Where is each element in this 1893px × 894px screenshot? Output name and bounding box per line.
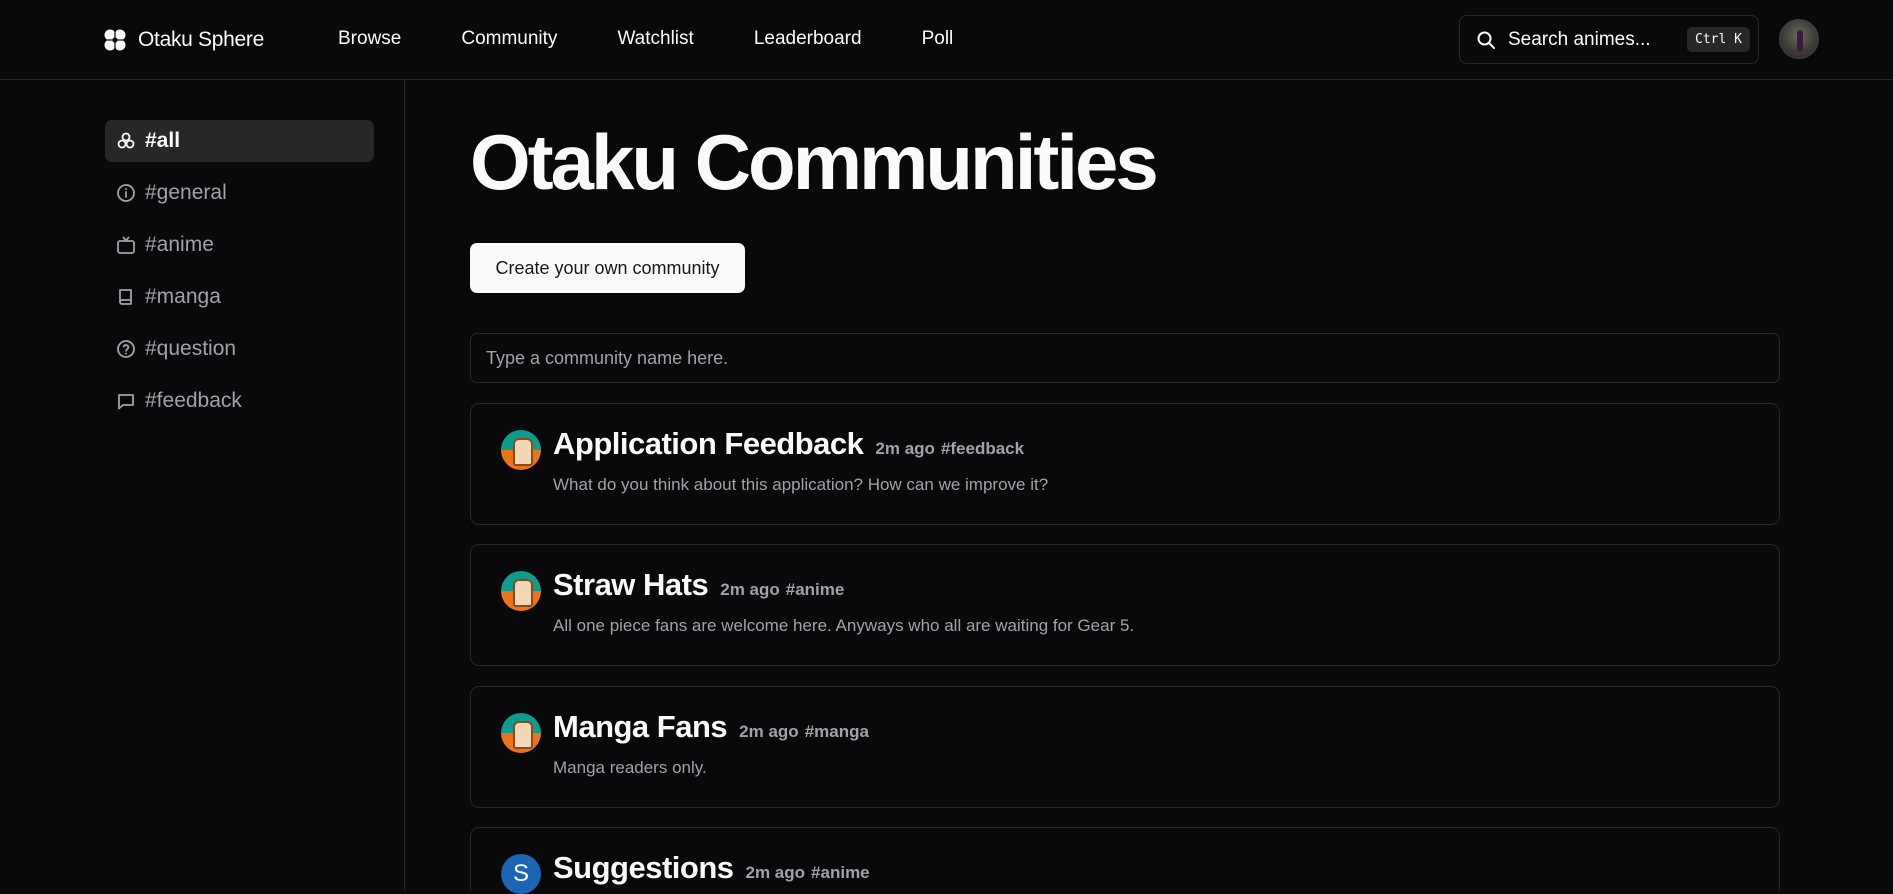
sidebar-item-label: #manga — [145, 285, 221, 308]
sidebar-item-general[interactable]: #general — [105, 172, 374, 214]
community-tag: #anime — [785, 580, 845, 599]
search-icon — [1477, 31, 1495, 49]
nav-watchlist[interactable]: Watchlist — [617, 28, 693, 50]
sidebar-item-manga[interactable]: #manga — [105, 276, 374, 318]
community-tag: #manga — [804, 722, 869, 741]
brand-link[interactable]: Otaku Sphere — [102, 26, 264, 54]
sidebar-item-label: #question — [145, 337, 237, 360]
network-icon — [117, 132, 135, 149]
community-card[interactable]: Manga Fans 2m ago #manga Manga readers o… — [470, 686, 1780, 808]
search-label: Search animes... — [1508, 28, 1651, 50]
community-title: Straw Hats — [553, 567, 709, 602]
sidebar-item-question[interactable]: #question — [105, 328, 374, 370]
community-card[interactable]: Straw Hats 2m ago #anime All one piece f… — [470, 544, 1780, 666]
top-navbar: Otaku Sphere Browse Community Watchlist … — [0, 0, 1893, 80]
community-tag: #feedback — [940, 439, 1025, 458]
sidebar-item-label: #feedback — [145, 389, 242, 412]
search-shortcut-badge: Ctrl K — [1687, 27, 1750, 52]
create-community-button[interactable]: Create your own community — [470, 243, 745, 293]
community-card[interactable]: S Suggestions 2m ago #anime — [470, 827, 1780, 894]
community-header: Application Feedback 2m ago #feedback — [553, 426, 1024, 462]
nav-poll[interactable]: Poll — [922, 28, 954, 50]
book-icon — [119, 289, 132, 305]
community-avatar — [501, 713, 541, 753]
tv-icon — [117, 236, 135, 254]
page-title: Otaku Communities — [470, 118, 1159, 206]
message-square-icon — [118, 394, 134, 410]
sidebar-item-label: #general — [145, 181, 227, 204]
nav-leaderboard[interactable]: Leaderboard — [754, 28, 862, 50]
nav-community[interactable]: Community — [461, 28, 557, 50]
community-header: Suggestions 2m ago #anime — [553, 850, 870, 886]
community-time: 2m ago — [720, 580, 780, 599]
sidebar-item-all[interactable]: #all — [105, 120, 374, 162]
user-avatar[interactable] — [1779, 19, 1819, 59]
community-avatar: S — [501, 854, 541, 894]
community-card[interactable]: Application Feedback 2m ago #feedback Wh… — [470, 403, 1780, 525]
search-button[interactable]: Search animes... Ctrl K — [1459, 15, 1759, 64]
sidebar-item-label: #all — [145, 129, 181, 152]
main-nav: Browse Community Watchlist Leaderboard P… — [338, 28, 1013, 50]
community-avatar — [501, 571, 541, 611]
clover-logo-icon — [102, 27, 128, 53]
community-title: Manga Fans — [553, 709, 728, 744]
community-tag: #anime — [811, 863, 870, 882]
community-name-input[interactable] — [470, 333, 1780, 383]
community-avatar — [501, 430, 541, 470]
community-time: 2m ago — [739, 722, 799, 741]
sidebar-item-label: #anime — [145, 233, 214, 256]
sidebar-item-anime[interactable]: #anime — [105, 224, 374, 266]
community-description: Manga readers only. — [553, 758, 707, 777]
sidebar-item-feedback[interactable]: #feedback — [105, 380, 374, 422]
nav-browse[interactable]: Browse — [338, 28, 401, 50]
help-circle-icon — [117, 340, 135, 358]
community-title: Suggestions — [553, 850, 734, 885]
community-time: 2m ago — [875, 439, 935, 458]
info-icon — [117, 184, 135, 202]
community-title: Application Feedback — [553, 426, 864, 461]
community-description: All one piece fans are welcome here. Any… — [553, 616, 1135, 635]
community-description: What do you think about this application… — [553, 475, 1049, 494]
community-time: 2m ago — [745, 863, 806, 882]
channel-sidebar: #all #general #anime #manga #question #f… — [0, 80, 405, 891]
community-header: Straw Hats 2m ago #anime — [553, 567, 844, 603]
brand-name: Otaku Sphere — [138, 28, 264, 51]
community-header: Manga Fans 2m ago #manga — [553, 709, 869, 745]
